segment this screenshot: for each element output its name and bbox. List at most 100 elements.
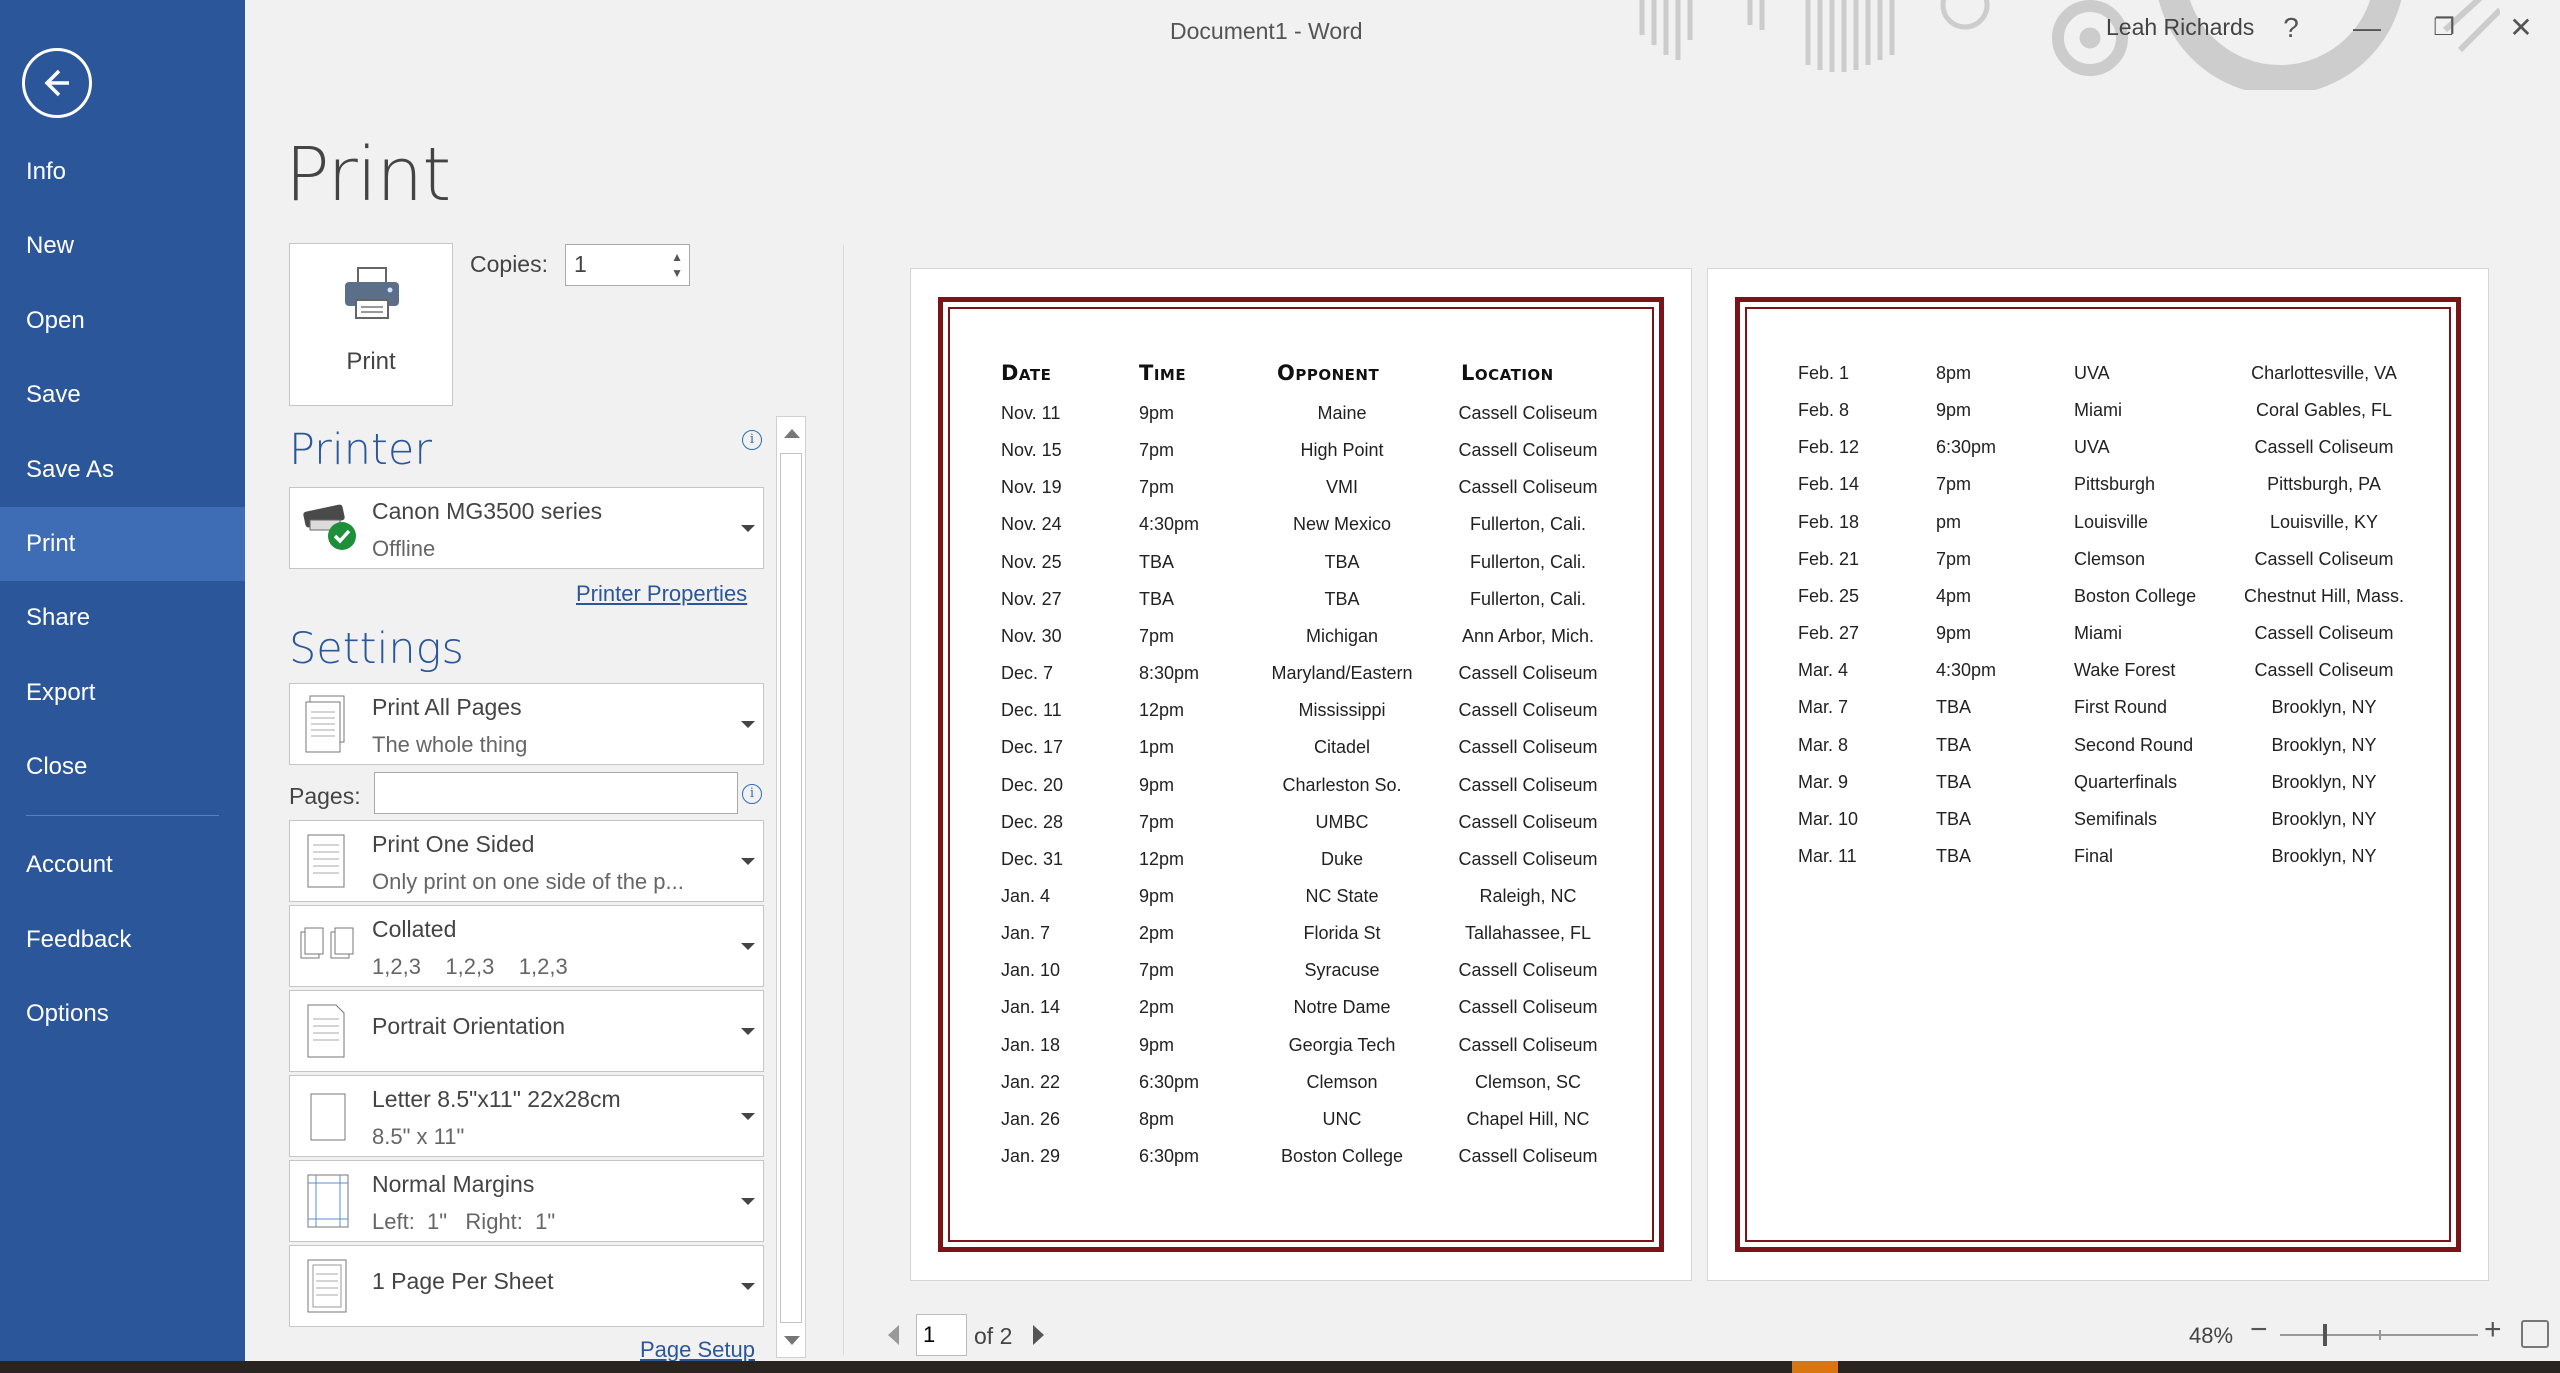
cell-location: Cassell Coliseum xyxy=(2254,437,2394,458)
portrait-page-icon xyxy=(307,1004,345,1058)
scroll-up-icon[interactable] xyxy=(784,429,800,438)
cell-location: Cassell Coliseum xyxy=(1458,811,1598,832)
cell-date: Nov. 19 xyxy=(1001,477,1062,498)
column-header-date: Date xyxy=(1001,361,1052,385)
cell-opponent: Louisville xyxy=(2074,511,2149,532)
cell-date: Nov. 27 xyxy=(1001,588,1062,609)
nav-item-info[interactable]: Info xyxy=(0,135,245,209)
chevron-down-icon xyxy=(741,858,755,865)
nav-item-save-as[interactable]: Save As xyxy=(0,433,245,507)
help-button[interactable]: ? xyxy=(2262,6,2320,50)
nav-item-print[interactable]: Print xyxy=(0,507,245,581)
cell-time: 9pm xyxy=(1139,1034,1175,1055)
close-window-button[interactable]: ✕ xyxy=(2492,6,2550,50)
back-arrow-icon[interactable] xyxy=(22,48,92,118)
margins-description: Left: 1" Right: 1" xyxy=(372,1209,556,1234)
nav-item-close[interactable]: Close xyxy=(0,730,245,804)
cell-time: TBA xyxy=(1139,588,1175,609)
cell-location: Brooklyn, NY xyxy=(2271,808,2377,829)
scrollbar-thumb[interactable] xyxy=(780,453,802,1323)
cell-opponent: Boston College xyxy=(2074,585,2197,606)
printer-properties-link[interactable]: Printer Properties xyxy=(576,581,747,607)
settings-scrollbar[interactable] xyxy=(776,416,806,1358)
nav-item-share[interactable]: Share xyxy=(0,581,245,655)
nav-item-options[interactable]: Options xyxy=(0,977,245,1051)
cell-time: 8pm xyxy=(1936,363,1972,383)
copies-stepper[interactable]: 1 ▲ ▼ xyxy=(565,244,690,286)
cell-location: Cassell Coliseum xyxy=(1458,403,1598,423)
spinner-arrows-icon[interactable]: ▲ ▼ xyxy=(671,249,683,281)
scroll-down-icon[interactable] xyxy=(784,1336,800,1345)
nav-item-new[interactable]: New xyxy=(0,209,245,283)
nav-item-account[interactable]: Account xyxy=(0,828,245,902)
paper-size-dropdown[interactable]: Letter 8.5"x11" 22x28cm 8.5" x 11" xyxy=(289,1075,764,1157)
cell-time: 9pm xyxy=(1936,400,1972,421)
cell-date: Nov. 25 xyxy=(1001,551,1062,572)
cell-time: 7pm xyxy=(1139,811,1175,832)
chevron-down-icon xyxy=(741,1283,755,1290)
column-header-location: Location xyxy=(1461,361,1554,385)
cell-location: Cassell Coliseum xyxy=(1458,960,1598,981)
cell-location: Brooklyn, NY xyxy=(2271,734,2377,755)
cell-time: 12pm xyxy=(1139,700,1185,721)
info-icon[interactable]: i xyxy=(742,430,762,450)
cell-time: 8pm xyxy=(1139,1108,1175,1129)
next-page-icon[interactable] xyxy=(1033,1325,1044,1345)
zoom-level[interactable]: 48% xyxy=(2189,1323,2233,1349)
nav-item-open[interactable]: Open xyxy=(0,284,245,358)
zoom-slider-thumb[interactable] xyxy=(2323,1324,2327,1346)
cell-date: Feb. 14 xyxy=(1798,474,1860,495)
margins-dropdown[interactable]: Normal Margins Left: 1" Right: 1" xyxy=(289,1160,764,1242)
pages-input[interactable] xyxy=(374,772,738,814)
cell-location: Cassell Coliseum xyxy=(1458,477,1598,498)
chevron-down-icon xyxy=(741,1028,755,1035)
collation-dropdown[interactable]: Collated 1,2,3 1,2,3 1,2,3 xyxy=(289,905,764,987)
cell-location: Cassell Coliseum xyxy=(1458,663,1598,684)
previous-page-icon[interactable] xyxy=(888,1325,899,1345)
cell-date: Jan. 18 xyxy=(1001,1034,1061,1055)
nav-item-feedback[interactable]: Feedback xyxy=(0,903,245,977)
nav-divider xyxy=(26,815,219,816)
page-setup-link[interactable]: Page Setup xyxy=(640,1337,755,1363)
cell-time: 7pm xyxy=(1139,477,1175,498)
zoom-out-button[interactable]: − xyxy=(2250,1313,2268,1347)
cell-opponent: Pittsburgh xyxy=(2074,474,2156,495)
signed-in-user[interactable]: Leah Richards xyxy=(2106,14,2254,41)
cell-time: 7pm xyxy=(1139,625,1175,646)
printer-section-title: Printer xyxy=(289,425,433,475)
copies-label: Copies: xyxy=(470,251,548,277)
sides-value: Print One Sided xyxy=(372,831,535,857)
taskbar-app-icon[interactable] xyxy=(1792,1361,1838,1373)
printer-dropdown[interactable]: Canon MG3500 series Offline xyxy=(289,487,764,569)
cell-time: 6:30pm xyxy=(1936,437,1997,458)
copies-value: 1 xyxy=(574,251,587,277)
cell-location: Cassell Coliseum xyxy=(2254,660,2394,681)
collated-icon xyxy=(300,927,354,959)
info-icon[interactable]: i xyxy=(742,784,762,804)
pages-per-sheet-dropdown[interactable]: 1 Page Per Sheet xyxy=(289,1245,764,1327)
cell-location: Chestnut Hill, Mass. xyxy=(2243,585,2405,606)
zoom-to-page-icon[interactable] xyxy=(2521,1320,2549,1348)
cell-location: Pittsburgh, PA xyxy=(2267,474,2381,495)
cell-time: 7pm xyxy=(1139,440,1175,461)
sides-dropdown[interactable]: Print One Sided Only print on one side o… xyxy=(289,820,764,902)
settings-section-title: Settings xyxy=(289,624,464,674)
nav-item-export[interactable]: Export xyxy=(0,656,245,730)
restore-button[interactable]: ❐ xyxy=(2415,6,2473,50)
taskbar xyxy=(0,1361,2560,1373)
cell-opponent: First Round xyxy=(2074,697,2168,718)
page-number-input[interactable] xyxy=(916,1314,967,1356)
orientation-dropdown[interactable]: Portrait Orientation xyxy=(289,990,764,1072)
panel-divider xyxy=(843,245,844,1355)
cell-opponent: Clemson xyxy=(2074,548,2146,569)
print-button[interactable]: Print xyxy=(289,243,453,406)
cell-location: Cassell Coliseum xyxy=(1458,848,1598,869)
cell-date: Jan. 29 xyxy=(1001,1146,1061,1166)
print-button-label: Print xyxy=(346,348,396,375)
print-range-dropdown[interactable]: Print All Pages The whole thing xyxy=(289,683,764,765)
cell-time: TBA xyxy=(1936,734,1972,755)
nav-item-save[interactable]: Save xyxy=(0,358,245,432)
minimize-button[interactable]: — xyxy=(2338,6,2396,50)
zoom-in-button[interactable]: + xyxy=(2484,1313,2502,1347)
cell-opponent: Semifinals xyxy=(2074,808,2158,829)
